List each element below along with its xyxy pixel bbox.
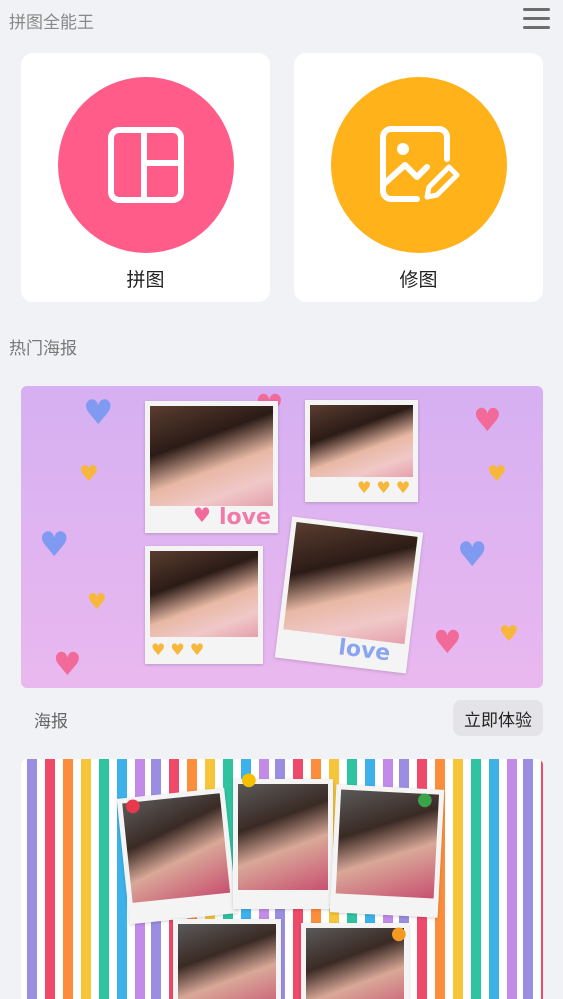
heart-icon: ♥ (83, 393, 114, 433)
love-text: love (219, 505, 271, 530)
heart-icon: ♥ ♥ ♥ (151, 640, 205, 659)
heart-icon: ♥ (53, 645, 82, 683)
poster-caption: 海报 (34, 712, 68, 732)
collage-card[interactable]: 拼图 (21, 53, 270, 302)
polaroid-photo: love (274, 516, 424, 674)
heart-icon: ♥ (87, 590, 107, 615)
try-now-button[interactable]: 立即体验 (453, 700, 543, 736)
love-text: love (336, 635, 392, 667)
hamburger-menu-icon[interactable] (522, 6, 551, 32)
polaroid-photo: ♥ ♥ ♥ (305, 400, 418, 502)
orange-icon: ● (391, 923, 407, 944)
photo-edit-label: 修图 (399, 269, 438, 291)
polaroid-photo (173, 919, 281, 999)
photo-edit-card[interactable]: 修图 (294, 53, 543, 302)
heart-icon: ♥ ♥ ♥ (357, 478, 411, 497)
pineapple-icon: ● (241, 769, 257, 790)
heart-icon: ♥ (79, 462, 99, 487)
app-title: 拼图全能王 (9, 13, 94, 33)
heart-icon: ♥ (457, 535, 488, 575)
watermelon-icon: ● (417, 789, 433, 810)
heart-icon: ♥ (499, 622, 519, 647)
strawberry-icon: ● (125, 795, 141, 816)
collage-circle (58, 77, 234, 253)
heart-icon: ♥ (193, 503, 211, 527)
photo-edit-icon (380, 126, 460, 202)
heart-icon: ♥ (433, 623, 462, 661)
heart-icon: ♥ (473, 401, 502, 439)
photo-edit-circle (331, 77, 507, 253)
collage-label: 拼图 (126, 269, 165, 291)
heart-icon: ♥ (487, 462, 507, 487)
poster-love-preview[interactable]: ♥ ♥ ♥ ♥ ♥ ♥ ♥ ♥ ♥ ♥ ♥ ♥ love ♥ ♥ ♥ ♥ ♥ ♥… (21, 386, 543, 688)
heart-icon: ♥ (39, 525, 70, 565)
polaroid-photo: ♥ ♥ ♥ (145, 546, 263, 664)
poster-stripes-preview[interactable]: ● ● ● ● (21, 759, 543, 999)
polaroid-photo: ♥ love (145, 401, 278, 533)
polaroid-photo (233, 779, 333, 909)
hot-posters-title: 热门海报 (9, 339, 77, 359)
collage-icon (108, 127, 184, 203)
